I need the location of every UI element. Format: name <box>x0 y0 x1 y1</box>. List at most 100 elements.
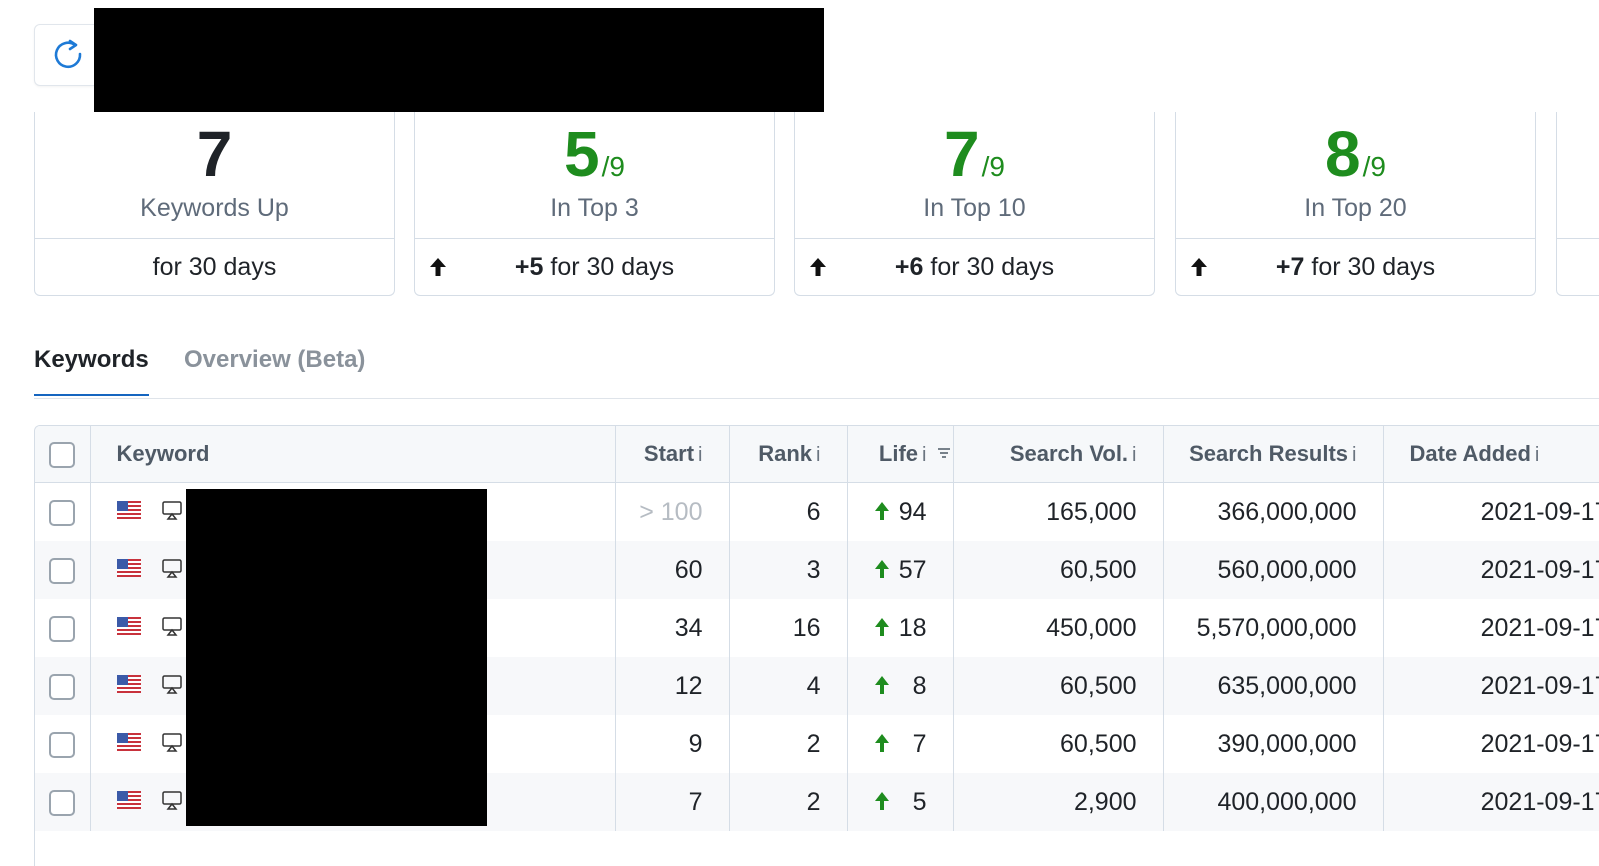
row-checkbox[interactable] <box>49 557 76 584</box>
column-header-start[interactable]: Start i <box>615 426 730 483</box>
redacted-keywords <box>186 489 487 826</box>
stat-change: +5 <box>514 253 544 281</box>
column-header-date-added[interactable]: Date Added i <box>1383 426 1599 483</box>
stat-period: for 30 days <box>1304 253 1436 281</box>
arrow-up-icon <box>874 791 889 810</box>
start-cell: 7 <box>615 773 730 831</box>
us-flag-icon <box>116 617 141 635</box>
info-icon[interactable]: i <box>922 444 926 466</box>
search-vol-cell: 60,500 <box>953 715 1164 773</box>
life-value: 18 <box>898 613 927 642</box>
life-cell: 57 <box>847 541 954 599</box>
column-header-rank[interactable]: Rank i <box>729 426 848 483</box>
row-checkbox[interactable] <box>49 499 76 526</box>
desktop-icon <box>161 733 182 752</box>
search-vol-cell: 450,000 <box>953 599 1164 657</box>
search-results-cell: 560,000,000 <box>1163 541 1384 599</box>
row-checkbox[interactable] <box>49 789 76 816</box>
tab-bar: Keywords Overview (Beta) <box>34 338 1599 399</box>
start-cell: 12 <box>615 657 730 715</box>
stat-card-top-10: 7/9 In Top 10 +6 for 30 days <box>794 112 1155 296</box>
search-results-cell: 400,000,000 <box>1163 773 1384 831</box>
stat-card-top-3: 5/9 In Top 3 +5 for 30 days <box>414 112 775 296</box>
date-added-cell: 2021-09-17 <box>1383 773 1599 831</box>
arrow-up-icon <box>874 733 889 752</box>
us-flag-icon <box>116 791 141 809</box>
search-vol-cell: 60,500 <box>953 657 1164 715</box>
life-value: 57 <box>898 555 927 584</box>
row-select-cell <box>35 715 91 773</box>
search-vol-cell: 2,900 <box>953 773 1164 831</box>
info-icon[interactable]: i <box>816 444 820 466</box>
stat-value: 7 <box>196 118 233 190</box>
stat-label: In Top 3 <box>550 194 639 222</box>
stat-change: +7 <box>1275 253 1305 281</box>
stat-period: for 30 days <box>152 253 277 281</box>
arrow-up-icon <box>1191 258 1207 276</box>
search-results-cell: 390,000,000 <box>1163 715 1384 773</box>
tab-overview[interactable]: Overview (Beta) <box>184 346 365 374</box>
refresh-icon <box>54 39 82 69</box>
stat-value: 7/9 <box>944 118 1005 190</box>
row-select-cell <box>35 541 91 599</box>
stat-label: In Top 10 <box>923 194 1026 222</box>
stats-row: 7 Keywords Up for 30 days 5/9 In Top 3 +… <box>0 112 1599 298</box>
info-icon[interactable]: i <box>1535 444 1539 466</box>
date-added-cell: 2021-09-17 <box>1383 599 1599 657</box>
row-select-cell <box>35 482 91 541</box>
column-header-life[interactable]: Life i <box>847 426 954 483</box>
select-all-checkbox[interactable] <box>49 441 76 468</box>
info-icon[interactable]: i <box>698 444 702 466</box>
start-cell: > 100 <box>615 482 730 541</box>
info-icon[interactable]: i <box>1132 444 1136 466</box>
life-cell: 18 <box>847 599 954 657</box>
arrow-up-icon <box>874 617 889 636</box>
us-flag-icon <box>116 733 141 751</box>
stat-card-keywords-up: 7 Keywords Up for 30 days <box>34 112 395 296</box>
rank-cell: 6 <box>729 482 848 541</box>
redacted-header <box>94 8 824 112</box>
desktop-icon <box>161 501 182 520</box>
stat-period: for 30 days <box>543 253 675 281</box>
search-vol-cell: 60,500 <box>953 541 1164 599</box>
row-select-cell <box>35 657 91 715</box>
row-select-cell <box>35 599 91 657</box>
us-flag-icon <box>116 675 141 693</box>
tab-keywords[interactable]: Keywords <box>34 346 149 396</box>
us-flag-icon <box>116 501 141 519</box>
row-checkbox[interactable] <box>49 731 76 758</box>
column-header-search-results[interactable]: Search Results i <box>1163 426 1384 483</box>
column-header-keyword[interactable]: Keyword <box>90 426 616 483</box>
life-cell: 8 <box>847 657 954 715</box>
desktop-icon <box>161 791 182 810</box>
stat-period: for 30 days <box>923 253 1055 281</box>
life-value: 8 <box>912 671 927 700</box>
sort-icon[interactable] <box>937 446 951 460</box>
stat-change: +6 <box>894 253 924 281</box>
search-results-cell: 635,000,000 <box>1163 657 1384 715</box>
column-header-search-vol[interactable]: Search Vol. i <box>953 426 1164 483</box>
life-cell: 7 <box>847 715 954 773</box>
date-added-cell: 2021-09-17 <box>1383 657 1599 715</box>
stat-card-top-20: 8/9 In Top 20 +7 for 30 days <box>1175 112 1536 296</box>
select-all-cell <box>35 426 91 483</box>
stat-label: In Top 20 <box>1304 194 1407 222</box>
start-cell: 9 <box>615 715 730 773</box>
info-icon[interactable]: i <box>1352 444 1356 466</box>
stat-change-row: +5 for 30 days <box>415 238 774 296</box>
arrow-up-icon <box>430 258 446 276</box>
row-checkbox[interactable] <box>49 615 76 642</box>
row-select-cell <box>35 773 91 831</box>
row-checkbox[interactable] <box>49 673 76 700</box>
stat-value: 5/9 <box>564 118 625 190</box>
desktop-icon <box>161 675 182 694</box>
stat-change-row: +6 for 30 days <box>795 238 1154 296</box>
start-cell: 60 <box>615 541 730 599</box>
desktop-icon <box>161 617 182 636</box>
rank-cell: 2 <box>729 715 848 773</box>
stat-change-row: +7 for 30 days <box>1176 238 1535 296</box>
search-results-cell: 366,000,000 <box>1163 482 1384 541</box>
date-added-cell: 2021-09-17 <box>1383 715 1599 773</box>
stat-value: 8/9 <box>1325 118 1386 190</box>
life-value: 94 <box>898 497 927 526</box>
